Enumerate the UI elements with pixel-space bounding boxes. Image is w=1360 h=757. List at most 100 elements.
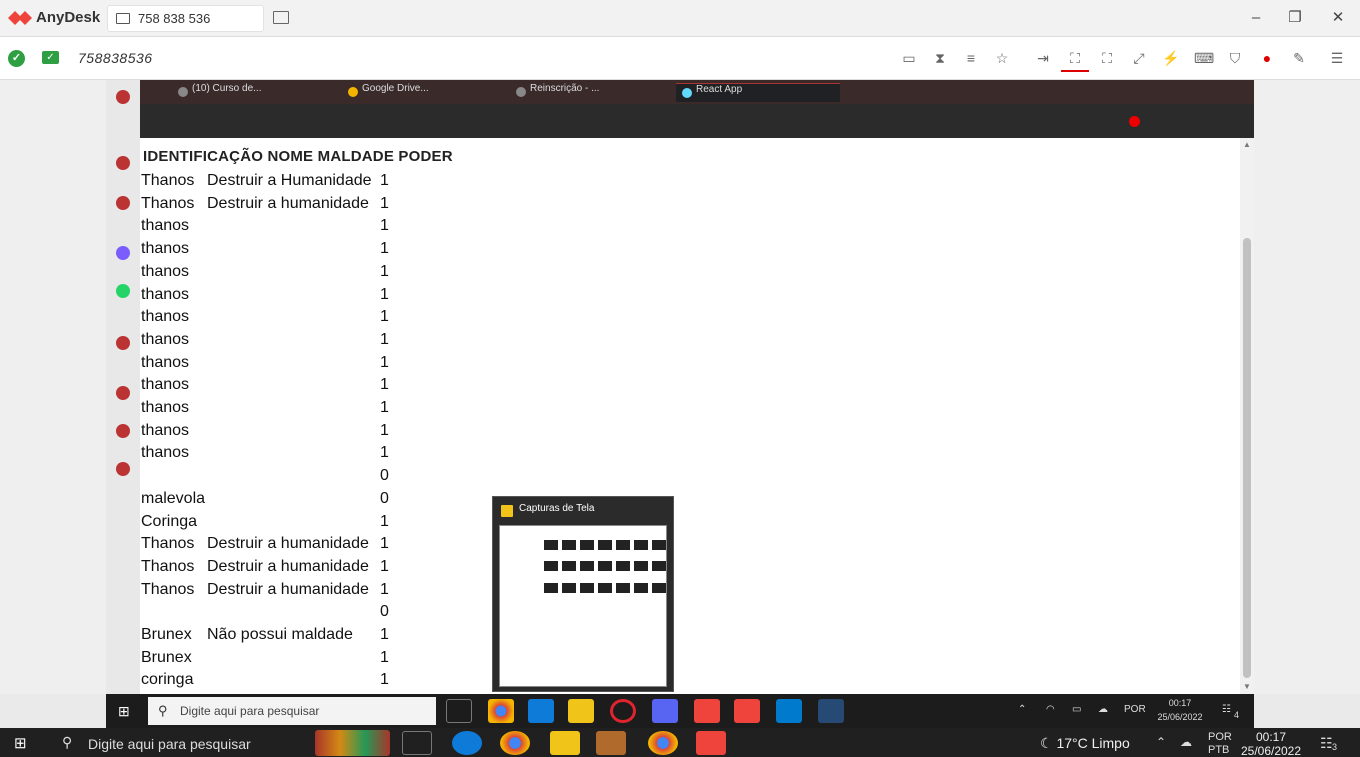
fit-screen-icon[interactable]: ⛶ bbox=[1066, 49, 1084, 67]
scroll-down-icon[interactable]: ▼ bbox=[1240, 680, 1254, 694]
cloud-icon[interactable]: ☁ bbox=[1180, 735, 1192, 749]
cell-maldade: Destruir a Humanidade bbox=[207, 172, 372, 189]
wifi-icon[interactable]: ◠ bbox=[1046, 704, 1055, 715]
vscode-icon[interactable] bbox=[776, 699, 802, 723]
sidebar-app-icon[interactable] bbox=[116, 196, 130, 210]
page-scrollbar[interactable]: ▲ ▼ bbox=[1240, 138, 1254, 694]
thumb-cell bbox=[616, 540, 630, 550]
permissions-icon[interactable]: ⛉ bbox=[1226, 49, 1244, 67]
sidebar-app-icon[interactable] bbox=[116, 386, 130, 400]
cell-poder: 1 bbox=[380, 399, 389, 416]
expand-icon[interactable]: ⤢ bbox=[1130, 49, 1148, 67]
scroll-thumb[interactable] bbox=[1243, 238, 1251, 678]
sidebar-app-icon[interactable] bbox=[116, 336, 130, 350]
record-indicator-icon bbox=[1129, 116, 1140, 127]
anydesk-icon[interactable] bbox=[696, 731, 726, 755]
table-row: thanos 1 bbox=[141, 308, 401, 330]
search-icon[interactable]: ⚲ bbox=[62, 734, 72, 751]
hourglass-icon[interactable]: ⧗ bbox=[931, 49, 949, 67]
edge-icon[interactable] bbox=[528, 699, 554, 723]
cell-nome: Thanos bbox=[141, 580, 195, 598]
remote-desktop[interactable]: (10) Curso de... Google Drive... Reinscr… bbox=[0, 80, 1360, 757]
chrome-profile-icon[interactable] bbox=[648, 731, 678, 755]
local-clock[interactable]: 00:17 25/06/2022 bbox=[1238, 730, 1304, 757]
sidebar-app-icon[interactable] bbox=[116, 462, 130, 476]
keyboard-icon[interactable]: ⌨ bbox=[1194, 49, 1214, 67]
whatsapp-icon[interactable] bbox=[116, 284, 130, 298]
chrome-icon[interactable] bbox=[500, 731, 530, 755]
weather-widget[interactable]: ☾ 17°C Limpo bbox=[1040, 735, 1130, 752]
remote-browser-window: (10) Curso de... Google Drive... Reinscr… bbox=[106, 80, 1254, 694]
task-view-icon[interactable] bbox=[446, 699, 472, 723]
file-transfer-icon[interactable]: ⇥ bbox=[1034, 49, 1052, 67]
chevron-up-icon[interactable]: ⌃ bbox=[1156, 735, 1166, 749]
notification-icon[interactable]: ☷ bbox=[1222, 704, 1231, 715]
minimize-button[interactable]: – bbox=[1246, 8, 1266, 28]
cell-poder: 0 bbox=[380, 467, 389, 485]
browser-tab[interactable]: Google Drive... bbox=[342, 83, 492, 102]
record-icon[interactable]: ● bbox=[1258, 49, 1276, 67]
chevron-up-icon[interactable]: ⌃ bbox=[1018, 704, 1026, 715]
monitor-icon bbox=[116, 13, 130, 24]
session-tab[interactable]: 758 838 536 bbox=[107, 5, 264, 32]
windows-start-icon[interactable]: ⊞ bbox=[14, 734, 27, 752]
folder-icon[interactable] bbox=[568, 699, 594, 723]
notification-icon[interactable]: ☷ bbox=[1320, 735, 1333, 752]
table-row: thanos 1 bbox=[141, 286, 401, 308]
task-view-icon[interactable] bbox=[402, 731, 432, 755]
local-lang[interactable]: POR PTB bbox=[1208, 731, 1232, 757]
cell-poder: 1 bbox=[380, 648, 389, 666]
browser-address-bar[interactable] bbox=[106, 104, 1254, 138]
app-name: AnyDesk bbox=[36, 9, 101, 26]
taskbar-preview-popup[interactable]: Capturas de Tela bbox=[492, 496, 674, 692]
opera-icon[interactable] bbox=[610, 699, 636, 723]
cell-poder: 1 bbox=[380, 285, 389, 303]
anydesk-icon[interactable] bbox=[694, 699, 720, 723]
pen-icon[interactable]: ✎ bbox=[1290, 49, 1308, 67]
restore-button[interactable]: ❐ bbox=[1285, 8, 1305, 28]
sidebar-app-icon[interactable] bbox=[116, 424, 130, 438]
database-icon[interactable]: ≡ bbox=[962, 49, 980, 67]
browser-tab-label: (10) Curso de... bbox=[192, 83, 262, 94]
menu-icon[interactable]: ☰ bbox=[1328, 49, 1346, 67]
scroll-up-icon[interactable]: ▲ bbox=[1240, 138, 1254, 152]
close-button[interactable]: ✕ bbox=[1328, 8, 1348, 28]
table-row: Thanos Destruir a humanidade 1 bbox=[141, 581, 401, 603]
remote-search-box[interactable]: ⚲ Digite aqui para pesquisar bbox=[148, 697, 436, 725]
cell-nome: malevola bbox=[141, 489, 206, 507]
browser-tab[interactable]: (10) Curso de... bbox=[172, 83, 322, 102]
messenger-icon[interactable] bbox=[116, 246, 130, 260]
thumb-cell bbox=[562, 582, 576, 593]
chrome-icon[interactable] bbox=[488, 699, 514, 723]
remote-lang[interactable]: POR bbox=[1124, 704, 1146, 715]
sidebar-app-icon[interactable] bbox=[116, 156, 130, 170]
thumb-cell bbox=[652, 540, 666, 550]
remote-clock[interactable]: 00:17 25/06/2022 bbox=[1152, 696, 1208, 724]
edge-icon[interactable] bbox=[452, 731, 482, 755]
app-icon[interactable] bbox=[818, 699, 844, 723]
local-search-placeholder[interactable]: Digite aqui para pesquisar bbox=[88, 736, 251, 752]
cloud-icon[interactable]: ☁ bbox=[1098, 704, 1108, 715]
browser-tab[interactable]: Reinscrição - ... bbox=[510, 83, 670, 102]
thumb-cell bbox=[544, 540, 558, 550]
discord-icon[interactable] bbox=[596, 731, 626, 755]
folder-icon[interactable] bbox=[550, 731, 580, 755]
actions-icon[interactable]: ⚡ bbox=[1162, 49, 1180, 67]
fullscreen-icon[interactable]: ⛶ bbox=[1098, 49, 1116, 67]
cell-nome: Thanos bbox=[141, 194, 195, 212]
star-icon[interactable]: ☆ bbox=[993, 49, 1011, 67]
battery-icon[interactable]: ▭ bbox=[1072, 704, 1081, 715]
table-row: Brunex 1 bbox=[141, 649, 401, 671]
thumb-cell bbox=[580, 561, 594, 572]
preview-thumbnail[interactable] bbox=[499, 525, 667, 687]
discord-icon[interactable] bbox=[652, 699, 678, 723]
windows-start-icon[interactable]: ⊞ bbox=[118, 703, 134, 719]
new-session-icon[interactable] bbox=[273, 11, 289, 24]
anydesk-icon[interactable] bbox=[734, 699, 760, 723]
sidebar-app-icon[interactable] bbox=[116, 90, 130, 104]
display-off-icon[interactable]: ▭ bbox=[900, 49, 918, 67]
weather-condition: Limpo bbox=[1091, 735, 1130, 751]
browser-tab-active[interactable]: React App bbox=[676, 83, 840, 102]
table-row: thanos 1 bbox=[141, 240, 401, 262]
thumb-cell bbox=[652, 561, 666, 572]
